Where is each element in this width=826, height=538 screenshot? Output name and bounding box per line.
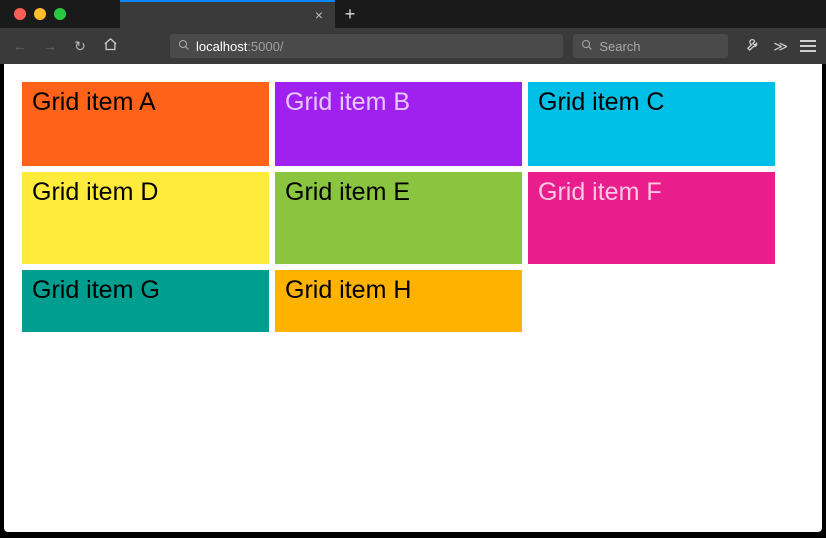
grid-item: Grid item H (275, 270, 522, 332)
window-controls (14, 8, 66, 20)
developer-tools-icon[interactable] (746, 37, 761, 55)
close-tab-icon[interactable]: × (311, 6, 327, 24)
grid-item: Grid item F (528, 172, 775, 264)
home-button[interactable] (100, 37, 120, 55)
grid-container: Grid item A Grid item B Grid item C Grid… (22, 82, 804, 332)
minimize-window-button[interactable] (34, 8, 46, 20)
search-icon (581, 39, 593, 54)
forward-button[interactable]: → (40, 38, 60, 54)
address-bar[interactable]: localhost:5000/ (170, 34, 563, 58)
overflow-icon[interactable]: ≫ (773, 38, 788, 55)
reload-button[interactable]: ↻ (70, 38, 90, 55)
maximize-window-button[interactable] (54, 8, 66, 20)
grid-item: Grid item A (22, 82, 269, 166)
search-icon (178, 39, 190, 54)
grid-item: Grid item B (275, 82, 522, 166)
page-viewport: Grid item A Grid item B Grid item C Grid… (4, 64, 822, 532)
url-host: localhost (196, 39, 247, 54)
window-titlebar: × + (0, 0, 826, 28)
back-button[interactable]: ← (10, 38, 30, 54)
search-bar[interactable]: Search (573, 34, 728, 58)
url-path: :5000/ (247, 39, 283, 54)
menu-icon[interactable] (800, 39, 816, 53)
browser-tab[interactable]: × (120, 0, 335, 28)
search-placeholder: Search (599, 39, 640, 54)
grid-item: Grid item C (528, 82, 775, 166)
grid-item: Grid item G (22, 270, 269, 332)
grid-item: Grid item E (275, 172, 522, 264)
new-tab-button[interactable]: + (335, 0, 365, 28)
grid-item: Grid item D (22, 172, 269, 264)
close-window-button[interactable] (14, 8, 26, 20)
toolbar: ← → ↻ localhost:5000/ Search ≫ (0, 28, 826, 64)
tab-strip: × + (120, 0, 365, 28)
